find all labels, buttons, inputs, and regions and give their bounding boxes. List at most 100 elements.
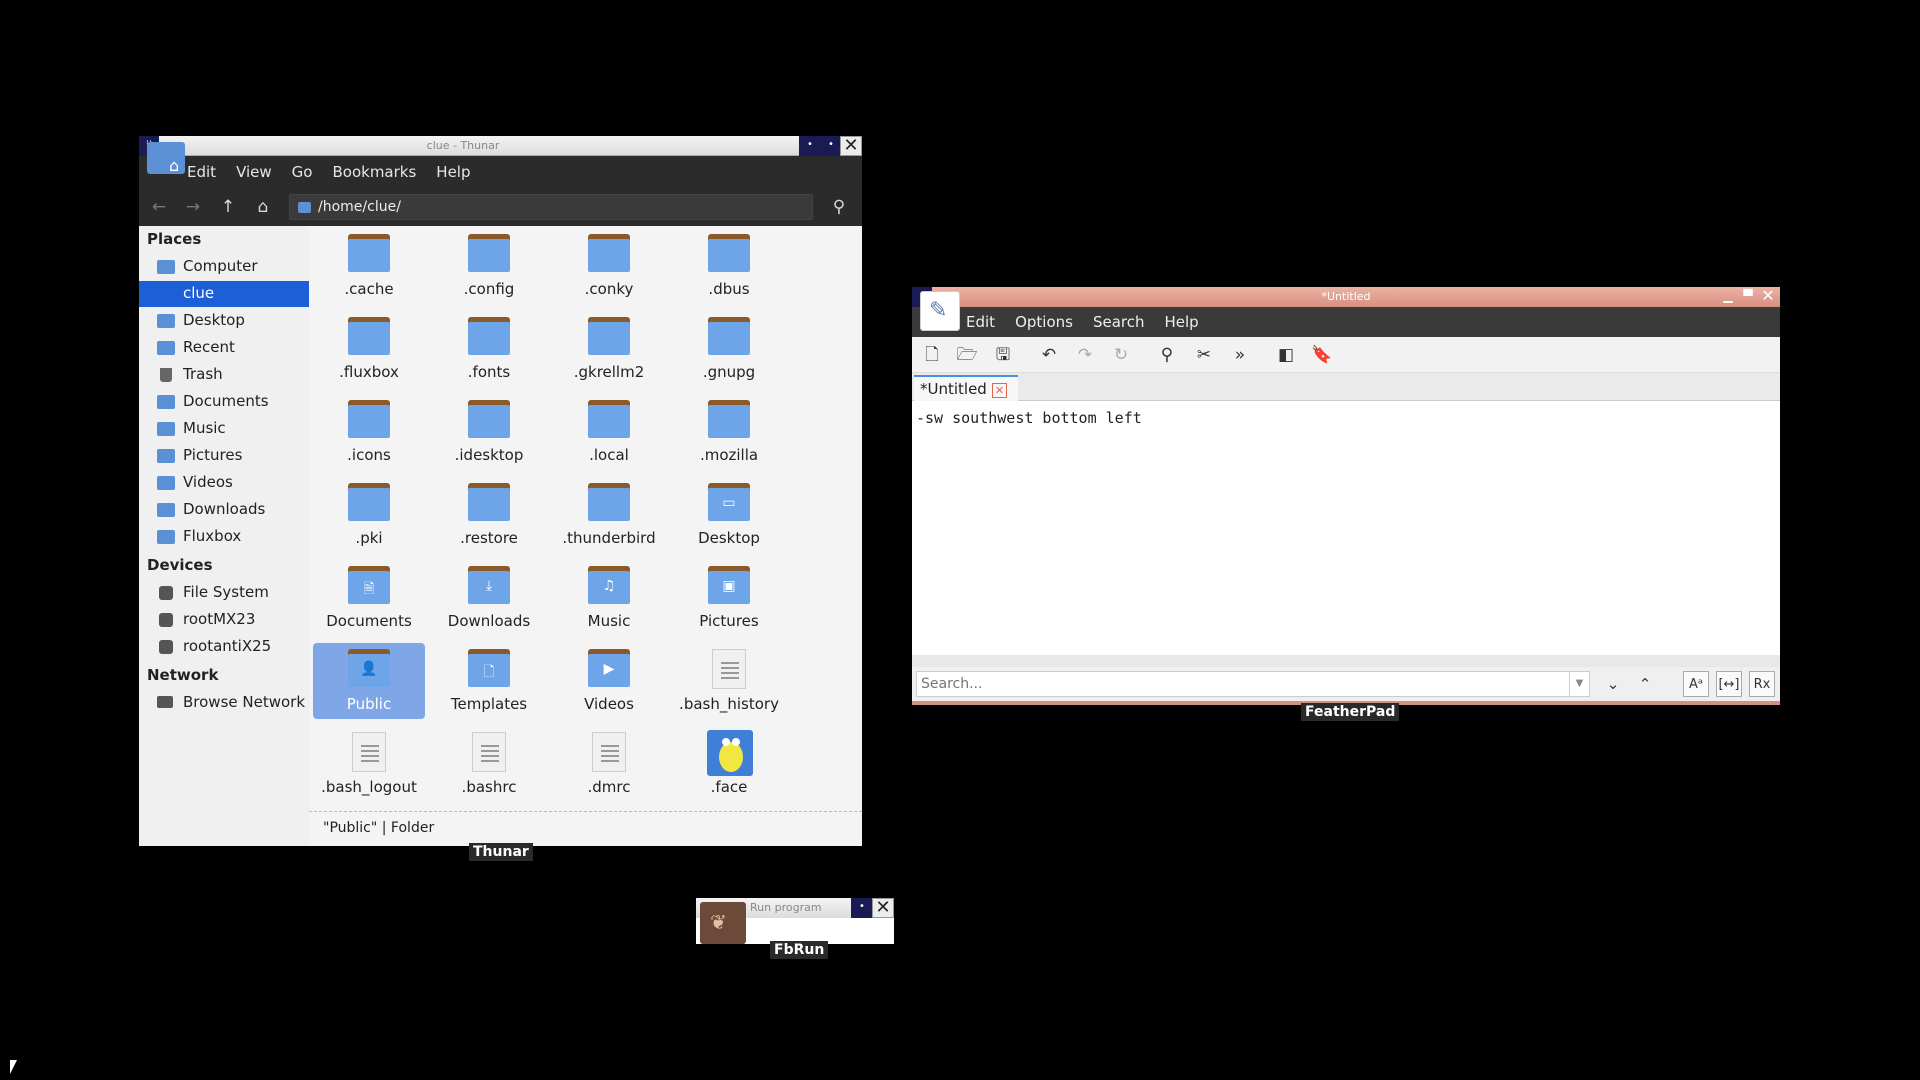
- minimize-icon[interactable]: ▁: [1718, 287, 1738, 307]
- menu-help[interactable]: Help: [1165, 313, 1199, 331]
- file-item-dot-restore[interactable]: .restore: [433, 477, 545, 553]
- stick-icon[interactable]: •: [799, 136, 821, 156]
- location-bar[interactable]: /home/clue/: [289, 194, 813, 220]
- sidebar-item-recent[interactable]: Recent: [139, 335, 309, 361]
- menu-edit[interactable]: Edit: [187, 163, 216, 181]
- file-item-pictures[interactable]: ▣ Pictures: [673, 560, 785, 636]
- file-item-dot-cache[interactable]: .cache: [313, 228, 425, 304]
- back-icon[interactable]: ←: [147, 196, 171, 218]
- folder-icon: ⤓: [468, 566, 510, 604]
- regex-icon[interactable]: Rx: [1749, 671, 1775, 697]
- close-icon[interactable]: ✕: [872, 898, 894, 918]
- parent-folder-icon[interactable]: ↑: [216, 196, 240, 218]
- file-item-dot-dbus[interactable]: .dbus: [673, 228, 785, 304]
- tab-untitled[interactable]: *Untitled ✕: [914, 375, 1018, 401]
- sidebar-item-rootantix25[interactable]: rootantiX25: [139, 634, 309, 660]
- file-name: .pki: [355, 529, 383, 547]
- menu-edit[interactable]: Edit: [966, 313, 995, 331]
- whole-word-icon[interactable]: [↔]: [1716, 671, 1742, 697]
- featherpad-window-label: FeatherPad: [1301, 703, 1400, 721]
- sidebar-item-computer[interactable]: Computer: [139, 254, 309, 280]
- menu-bookmarks[interactable]: Bookmarks: [332, 163, 416, 181]
- menu-go[interactable]: Go: [292, 163, 313, 181]
- file-item-dot-conky[interactable]: .conky: [553, 228, 665, 304]
- text-editor[interactable]: -sw southwest bottom left: [912, 401, 1780, 655]
- file-item-videos[interactable]: ▶ Videos: [553, 643, 665, 719]
- sidebar-item-file-system[interactable]: File System: [139, 580, 309, 606]
- file-item-documents[interactable]: 🗎 Documents: [313, 560, 425, 636]
- file-item-dot-fonts[interactable]: .fonts: [433, 311, 545, 387]
- sidebar-item-rootmx23[interactable]: rootMX23: [139, 607, 309, 633]
- menu-view[interactable]: View: [236, 163, 272, 181]
- sidebar-item-documents[interactable]: Documents: [139, 389, 309, 415]
- file-item-dot-bashrc[interactable]: .bashrc: [433, 726, 545, 802]
- sidebar-item-music[interactable]: Music: [139, 416, 309, 442]
- shade-icon[interactable]: •: [820, 136, 842, 156]
- more-icon[interactable]: »: [1228, 344, 1252, 366]
- run-command-input[interactable]: [750, 920, 890, 942]
- file-item-dot-config[interactable]: .config: [433, 228, 545, 304]
- file-item-music[interactable]: ♫ Music: [553, 560, 665, 636]
- file-item-dot-face[interactable]: .face: [673, 726, 785, 802]
- close-icon[interactable]: ✕: [840, 136, 862, 156]
- text-file-icon: [352, 732, 386, 772]
- search-input[interactable]: [917, 672, 1567, 696]
- menu-options[interactable]: Options: [1015, 313, 1073, 331]
- file-name: .gnupg: [702, 363, 756, 381]
- file-item-dot-fluxbox[interactable]: .fluxbox: [313, 311, 425, 387]
- file-item-templates[interactable]: 🗋 Templates: [433, 643, 545, 719]
- file-item-dot-icons[interactable]: .icons: [313, 394, 425, 470]
- sidebar-item-fluxbox[interactable]: Fluxbox: [139, 524, 309, 550]
- home-icon[interactable]: ⌂: [251, 196, 275, 218]
- sidebar-item-clue[interactable]: clue: [139, 281, 309, 307]
- side-pane-icon[interactable]: ◧: [1274, 344, 1298, 366]
- close-icon[interactable]: ✕: [1758, 287, 1778, 307]
- sidebar-item-downloads[interactable]: Downloads: [139, 497, 309, 523]
- redo-icon[interactable]: ↷: [1073, 344, 1097, 366]
- menu-help[interactable]: Help: [436, 163, 470, 181]
- text-file-icon: [592, 732, 626, 772]
- folder-icon: [468, 317, 510, 355]
- find-icon[interactable]: ⚲: [1155, 344, 1179, 366]
- file-item-public[interactable]: 👤 Public: [313, 643, 425, 719]
- menu-search[interactable]: Search: [1093, 313, 1145, 331]
- find-previous-icon[interactable]: ⌃: [1632, 671, 1658, 697]
- sidebar-item-browse-network[interactable]: Browse Network: [139, 690, 309, 716]
- stick-icon[interactable]: •: [851, 898, 873, 918]
- folder-icon: ▭: [708, 483, 750, 521]
- save-icon[interactable]: 🖫: [991, 344, 1015, 366]
- forward-icon[interactable]: →: [181, 196, 205, 218]
- reload-icon[interactable]: ↻: [1109, 344, 1133, 366]
- file-item-dot-pki[interactable]: .pki: [313, 477, 425, 553]
- file-item-downloads[interactable]: ⤓ Downloads: [433, 560, 545, 636]
- undo-icon[interactable]: ↶: [1037, 344, 1061, 366]
- match-case-icon[interactable]: Aᵃ: [1683, 671, 1709, 697]
- file-item-dot-bash-history[interactable]: .bash_history: [673, 643, 785, 719]
- file-item-dot-bash-logout[interactable]: .bash_logout: [313, 726, 425, 802]
- file-item-dot-gkrellm2[interactable]: .gkrellm2: [553, 311, 665, 387]
- thunar-titlebar[interactable]: ⁝⁝ clue - Thunar • • ✕: [139, 136, 862, 156]
- file-item-dot-gnupg[interactable]: .gnupg: [673, 311, 785, 387]
- chevron-down-icon[interactable]: ▼: [1569, 672, 1589, 696]
- open-file-icon[interactable]: 🗁: [955, 344, 979, 366]
- sidebar-item-videos[interactable]: Videos: [139, 470, 309, 496]
- close-tab-icon[interactable]: ✕: [992, 383, 1007, 398]
- file-item-dot-idesktop[interactable]: .idesktop: [433, 394, 545, 470]
- new-file-icon[interactable]: 🗋: [920, 344, 944, 366]
- file-item-dot-dmrc[interactable]: .dmrc: [553, 726, 665, 802]
- replace-icon[interactable]: ✂: [1192, 344, 1216, 366]
- file-name: .bash_history: [679, 695, 779, 713]
- sidebar-item-trash[interactable]: Trash: [139, 362, 309, 388]
- find-next-icon[interactable]: ⌄: [1600, 671, 1626, 697]
- search-icon[interactable]: ⚲: [827, 196, 851, 218]
- file-item-dot-thunderbird[interactable]: .thunderbird: [553, 477, 665, 553]
- sidebar-item-pictures[interactable]: Pictures: [139, 443, 309, 469]
- featherpad-titlebar[interactable]: ⁝ *Untitled ▁ ▀ ✕: [912, 287, 1780, 307]
- sidebar-item-desktop[interactable]: Desktop: [139, 308, 309, 334]
- file-item-dot-local[interactable]: .local: [553, 394, 665, 470]
- maximize-icon[interactable]: ▀: [1738, 287, 1758, 307]
- file-name: .dbus: [708, 280, 750, 298]
- bookmark-icon[interactable]: 🔖: [1310, 344, 1334, 366]
- file-item-dot-mozilla[interactable]: .mozilla: [673, 394, 785, 470]
- file-item-desktop[interactable]: ▭ Desktop: [673, 477, 785, 553]
